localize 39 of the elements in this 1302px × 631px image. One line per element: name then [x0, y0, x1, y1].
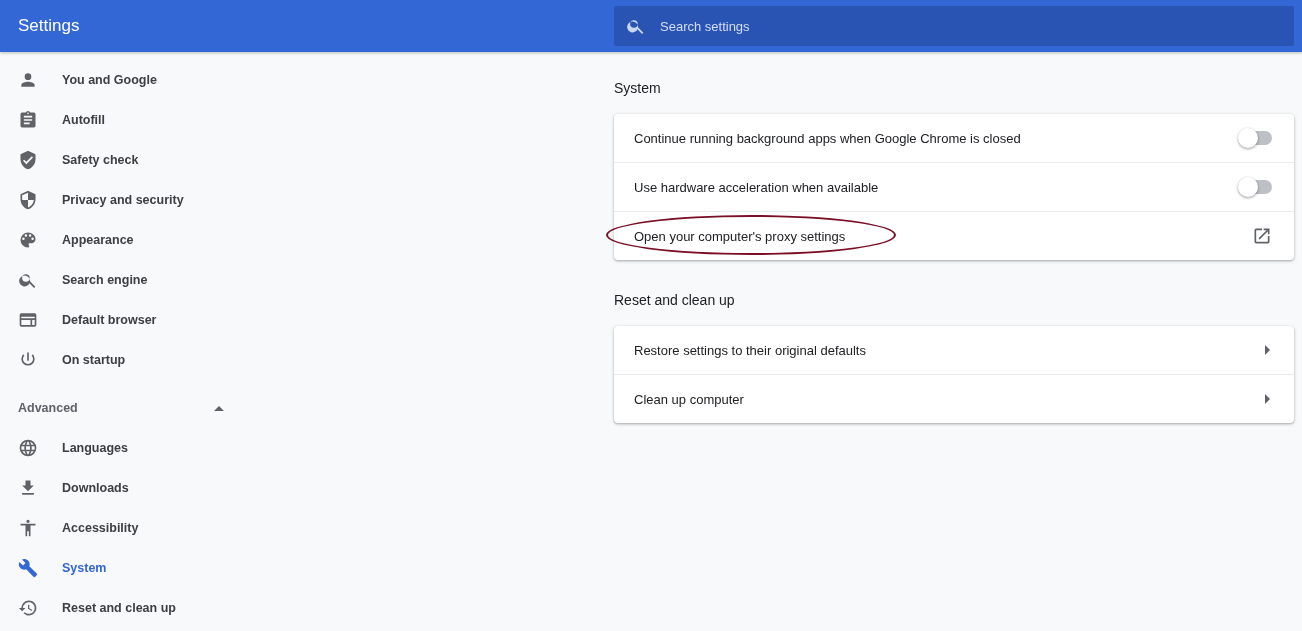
accessibility-icon [18, 518, 38, 538]
clipboard-icon [18, 110, 38, 130]
palette-icon [18, 230, 38, 250]
arrow-right-icon[interactable] [1265, 394, 1270, 404]
external-link-icon[interactable] [1252, 226, 1272, 246]
sidebar-item[interactable]: Privacy and security [0, 180, 256, 220]
sidebar-item[interactable]: Appearance [0, 220, 256, 260]
setting-link[interactable]: Open your computer's proxy settings [634, 228, 846, 244]
sidebar-item[interactable]: Autofill [0, 100, 256, 140]
setting-link[interactable]: Restore settings to their original defaults [634, 342, 866, 358]
section-title: System [614, 79, 662, 98]
sidebar-item[interactable]: Reset and clean up [0, 588, 256, 628]
globe-icon [18, 438, 38, 458]
history-icon [18, 598, 38, 618]
search-field[interactable]: Search settings [614, 6, 1294, 46]
sidebar-item[interactable]: Downloads [0, 468, 256, 508]
setting-link[interactable]: Clean up computer [634, 391, 744, 407]
sidebar-item[interactable]: You and Google [0, 60, 256, 100]
sidebar-item[interactable]: Accessibility [0, 508, 256, 548]
page-title: Settings [18, 16, 80, 35]
setting-label: Use hardware acceleration when available [634, 179, 879, 195]
sidebar-item[interactable]: Safety check [0, 140, 256, 180]
toggle-switch[interactable] [1238, 128, 1272, 148]
arrow-right-icon[interactable] [1265, 345, 1270, 355]
shield-check-icon [18, 150, 38, 170]
wrench-icon [18, 558, 38, 578]
sidebar-item[interactable]: On startup [0, 340, 256, 380]
advanced-toggle[interactable]: Advanced [0, 388, 256, 428]
setting-label: Continue running background apps when Google Chrome is closed [634, 130, 1021, 146]
browser-window-icon [18, 310, 38, 330]
shield-icon [18, 190, 38, 210]
caret-icon [214, 405, 224, 411]
sidebar-item[interactable]: Search engine [0, 260, 256, 300]
sidebar-item[interactable]: System [0, 548, 256, 588]
sidebar-item[interactable]: Default browser [0, 300, 256, 340]
toggle-switch[interactable] [1238, 177, 1272, 197]
section-title: Reset and clean up [614, 291, 736, 310]
sidebar-item[interactable]: Languages [0, 428, 256, 468]
person-icon [18, 70, 38, 90]
